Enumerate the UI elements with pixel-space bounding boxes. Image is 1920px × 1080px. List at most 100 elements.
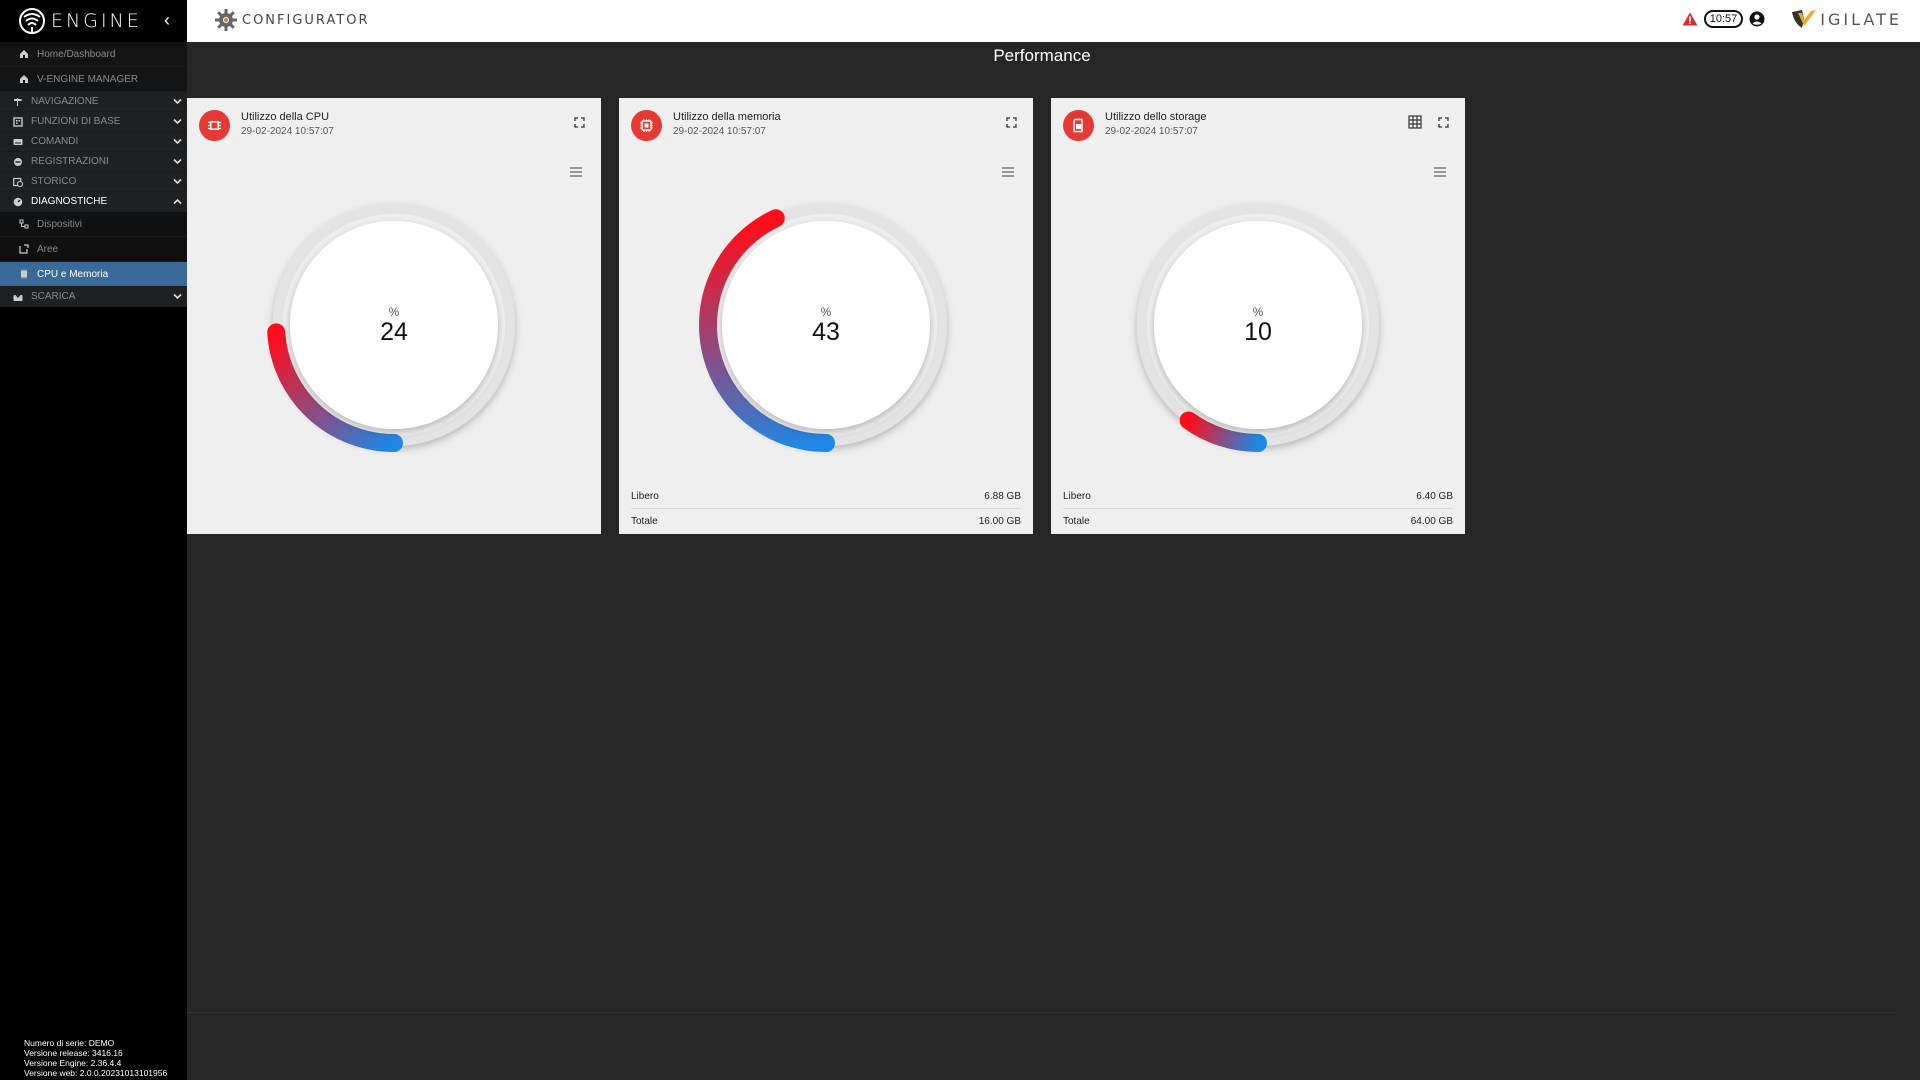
- chevron-down-icon: [173, 116, 182, 127]
- total-value: 16.00 GB: [978, 515, 1021, 527]
- warning-icon[interactable]: [1682, 12, 1698, 26]
- fullscreen-icon: [1005, 116, 1017, 128]
- card-title: Utilizzo della memoria: [673, 111, 781, 123]
- partner-name: IGILATE: [1820, 9, 1902, 29]
- configurator-logo[interactable]: CONFIGURATOR: [214, 8, 370, 32]
- memory-card-avatar: [631, 110, 662, 141]
- total-label: Totale: [631, 515, 658, 527]
- card-menu-button[interactable]: [1001, 165, 1015, 177]
- fullscreen-button[interactable]: [1435, 114, 1451, 130]
- brand-name: ENGINE: [51, 10, 142, 32]
- sidebar-item-scarica[interactable]: SCARICA: [0, 287, 187, 307]
- gauge-unit: %: [1252, 305, 1264, 319]
- sidebar-item-funzioni-di-base[interactable]: FUNZIONI DI BASE: [0, 112, 187, 132]
- fullscreen-button[interactable]: [571, 114, 587, 130]
- sidebar-item-label: REGISTRAZIONI: [31, 156, 109, 167]
- clock: 10:57: [1703, 10, 1744, 28]
- record-icon: [12, 156, 23, 167]
- total-value: 64.00 GB: [1410, 515, 1453, 527]
- chevron-down-icon: [173, 156, 182, 167]
- footer-divider: [187, 1012, 1897, 1013]
- gauge-value: 10: [1244, 318, 1272, 346]
- gauge-value: 24: [380, 318, 408, 346]
- cpu-icon: [208, 121, 221, 130]
- device-tree-icon: [18, 219, 29, 230]
- memory-chip-icon: [640, 119, 653, 132]
- free-row: Libero 6.40 GB: [1063, 485, 1453, 509]
- card-title: Utilizzo dello storage: [1105, 111, 1207, 123]
- hamburger-menu-icon: [1434, 167, 1446, 177]
- collapse-sidebar-icon[interactable]: ‹: [158, 10, 176, 31]
- memory-usage-card: Utilizzo della memoria 29-02-2024 10:57:…: [619, 98, 1033, 534]
- storage-usage-card: Utilizzo dello storage 29-02-2024 10:57:…: [1051, 98, 1465, 534]
- gear-icon: [215, 9, 237, 31]
- total-row: Totale 16.00 GB: [631, 509, 1021, 533]
- card-menu-button[interactable]: [569, 165, 583, 177]
- vigilate-logo: IGILATE: [1790, 9, 1902, 29]
- storage-card-avatar: [1063, 110, 1094, 141]
- sidebar-item-label: CPU e Memoria: [37, 268, 109, 280]
- release-version: Versione release: 3416.16: [24, 1048, 123, 1058]
- cpu-usage-card: Utilizzo della CPU 29-02-2024 10:57:07 %…: [187, 98, 601, 534]
- sidebar-item-label: FUNZIONI DI BASE: [31, 116, 121, 127]
- topbar-actions: 10:57 IGILATE: [1682, 9, 1902, 29]
- fullscreen-button[interactable]: [1003, 114, 1019, 130]
- sidebar-item-label: COMANDI: [31, 136, 79, 147]
- engine-version: Versione Engine: 2.36.4.4: [24, 1058, 122, 1068]
- sidebar-nav: Home/Dashboard V-ENGINE MANAGER NAVIGAZI…: [0, 42, 187, 307]
- chevron-down-icon: [173, 176, 182, 187]
- sidebar: ENGINE ‹ Home/Dashboard V-ENGINE MANAGER…: [0, 0, 187, 1080]
- gauge-value: 43: [812, 318, 840, 346]
- web-version: Versione web: 2.0.0.20231013101956: [24, 1068, 168, 1078]
- sidebar-item-comandi[interactable]: COMANDI: [0, 132, 187, 152]
- grid-table-icon: [1408, 115, 1422, 129]
- hamburger-menu-icon: [570, 167, 582, 177]
- fullscreen-icon: [573, 116, 585, 128]
- home-icon: [18, 49, 29, 60]
- building-icon: [12, 116, 23, 127]
- cpu-icon: [18, 269, 29, 280]
- gauge-unit: %: [388, 305, 400, 319]
- sidebar-item-dispositivi[interactable]: Dispositivi: [0, 212, 187, 237]
- sidebar-item-diagnostiche[interactable]: DIAGNOSTICHE: [0, 192, 187, 212]
- sidebar-item-registrazioni[interactable]: REGISTRAZIONI: [0, 152, 187, 172]
- sidebar-item-label: DIAGNOSTICHE: [31, 196, 108, 207]
- engine-logo-icon: [19, 8, 45, 34]
- card-title: Utilizzo della CPU: [241, 111, 330, 123]
- sidebar-item-v-engine-manager[interactable]: V-ENGINE MANAGER: [0, 67, 187, 92]
- sidebar-item-label: SCARICA: [31, 291, 76, 302]
- sidebar-item-label: NAVIGAZIONE: [31, 96, 99, 107]
- keyboard-icon: [12, 136, 23, 147]
- gauge-icon: [12, 196, 23, 207]
- total-label: Totale: [1063, 515, 1090, 527]
- table-view-button[interactable]: [1407, 114, 1423, 130]
- area-icon: [18, 244, 29, 255]
- sidebar-item-home-dashboard[interactable]: Home/Dashboard: [0, 42, 187, 67]
- sd-card-icon: [1073, 118, 1083, 133]
- chevron-up-icon: [173, 196, 182, 207]
- download-icon: [12, 291, 23, 302]
- chevron-down-icon: [173, 96, 182, 107]
- total-row: Totale 64.00 GB: [1063, 509, 1453, 533]
- sidebar-item-navigazione[interactable]: NAVIGAZIONE: [0, 92, 187, 112]
- free-label: Libero: [1063, 491, 1091, 502]
- app-name: CONFIGURATOR: [242, 12, 370, 28]
- sidebar-item-cpu-e-memoria[interactable]: CPU e Memoria: [0, 262, 187, 287]
- sidebar-item-label: V-ENGINE MANAGER: [37, 73, 139, 85]
- sidebar-item-label: Aree: [37, 243, 59, 255]
- card-timestamp: 29-02-2024 10:57:07: [1105, 126, 1198, 137]
- sidebar-item-aree[interactable]: Aree: [0, 237, 187, 262]
- sidebar-item-storico[interactable]: STORICO: [0, 172, 187, 192]
- hamburger-menu-icon: [1002, 167, 1014, 177]
- free-value: 6.40 GB: [1416, 491, 1453, 502]
- user-account-icon[interactable]: [1749, 11, 1765, 27]
- free-value: 6.88 GB: [984, 491, 1021, 502]
- cpu-card-avatar: [199, 110, 230, 141]
- signpost-icon: [12, 96, 23, 107]
- home-icon: [18, 74, 29, 85]
- version-info: Numero di serie: DEMO Versione release: …: [24, 1038, 167, 1078]
- page-title: Performance: [993, 46, 1091, 65]
- calendar-clock-icon: [12, 176, 23, 187]
- fullscreen-icon: [1437, 116, 1449, 128]
- card-menu-button[interactable]: [1433, 165, 1447, 177]
